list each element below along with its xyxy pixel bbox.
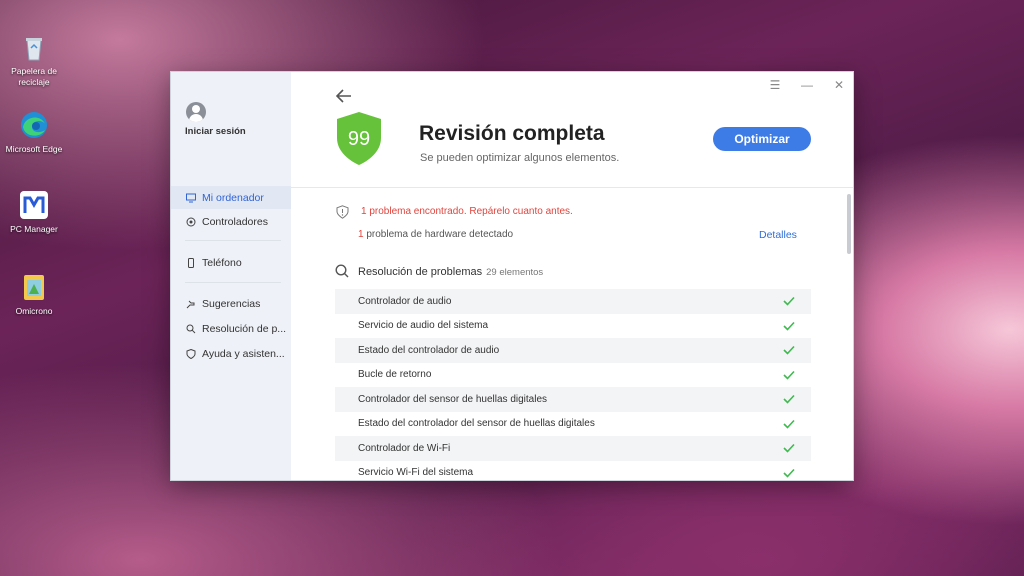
- sidebar-item-controladores[interactable]: Controladores: [171, 210, 291, 233]
- page-subtitle: Se pueden optimizar algunos elementos.: [420, 152, 620, 164]
- avatar[interactable]: [186, 102, 206, 122]
- check-icon: [783, 321, 795, 331]
- hardware-problem-label: problema de hardware detectado: [366, 229, 514, 240]
- sidebar-item-label: Controladores: [202, 215, 268, 228]
- pc-manager-window: Iniciar sesión Mi ordenador Controladore…: [170, 71, 854, 481]
- list-item[interactable]: Estado del controlador de audio: [335, 338, 811, 363]
- desktop-icon-label: Omicrono: [15, 306, 53, 316]
- back-arrow-icon[interactable]: [335, 88, 353, 104]
- desktop-icon-label: PC Manager: [10, 224, 58, 234]
- search-icon: [335, 264, 349, 278]
- troubleshoot-heading: Resolución de problemas 29 elementos: [358, 266, 543, 278]
- desktop-icon-label: Microsoft Edge: [5, 144, 63, 154]
- sidebar-item-label: Resolución de p...: [202, 322, 287, 335]
- divider: [185, 282, 281, 283]
- sidebar-item-label: Sugerencias: [202, 297, 261, 310]
- hand-icon: [186, 300, 195, 308]
- check-icon: [783, 296, 795, 306]
- desktop-icon-recycle-bin[interactable]: Papelera de reciclaje: [4, 32, 64, 87]
- troubleshoot-list: Controlador de audio Servicio de audio de…: [335, 289, 811, 481]
- troubleshoot-count: 29 elementos: [486, 267, 544, 278]
- list-item-label: Servicio de audio del sistema: [358, 320, 489, 332]
- list-item[interactable]: Bucle de retorno: [335, 363, 811, 388]
- list-item-label: Controlador del sensor de huellas digita…: [358, 393, 548, 405]
- phone-icon: [188, 257, 194, 268]
- close-button[interactable]: ✕: [831, 78, 847, 92]
- list-item-label: Estado del controlador de audio: [358, 344, 500, 356]
- monitor-icon: [186, 193, 196, 202]
- sidebar-item-telefono[interactable]: Teléfono: [171, 251, 291, 274]
- troubleshoot-title: Resolución de problemas: [358, 266, 483, 278]
- pc-manager-icon: [20, 191, 48, 219]
- score-shield-icon: 99: [337, 112, 381, 165]
- recycle-bin-icon: [26, 38, 42, 61]
- edge-icon: [21, 112, 47, 138]
- sidebar-item-label: Teléfono: [202, 256, 242, 269]
- list-item[interactable]: Servicio Wi-Fi del sistema: [335, 461, 811, 481]
- check-icon: [783, 394, 795, 404]
- list-item[interactable]: Controlador de audio: [335, 289, 811, 314]
- check-icon: [783, 419, 795, 429]
- list-item-label: Estado del controlador del sensor de hue…: [358, 418, 595, 430]
- hardware-problem-count: 1: [358, 229, 364, 240]
- page-title: Revisión completa: [419, 122, 605, 145]
- list-item-label: Bucle de retorno: [358, 369, 432, 381]
- desktop-icon-label: Papelera de reciclaje: [11, 66, 57, 87]
- check-icon: [783, 345, 795, 355]
- shield-icon: [186, 348, 196, 359]
- check-icon: [783, 468, 795, 478]
- menu-button[interactable]: ☰: [767, 78, 783, 92]
- scrollbar[interactable]: [847, 194, 851, 254]
- chip-icon: [186, 217, 196, 226]
- optimize-button[interactable]: Optimizar: [713, 127, 811, 151]
- desktop-icon-edge[interactable]: Microsoft Edge: [4, 110, 64, 155]
- desktop-icon-folder[interactable]: Omicrono: [4, 272, 64, 317]
- sidebar-item-label: Ayuda y asisten...: [202, 347, 285, 360]
- warning-shield-icon: [336, 205, 349, 219]
- list-item[interactable]: Controlador del sensor de huellas digita…: [335, 387, 811, 412]
- sidebar: Iniciar sesión Mi ordenador Controladore…: [171, 72, 291, 480]
- sidebar-item-resolucion[interactable]: Resolución de p...: [171, 317, 291, 340]
- divider: [291, 187, 853, 188]
- details-link[interactable]: Detalles: [759, 229, 797, 241]
- divider: [185, 240, 281, 241]
- list-item[interactable]: Estado del controlador del sensor de hue…: [335, 412, 811, 437]
- sidebar-item-label: Mi ordenador: [202, 191, 264, 204]
- check-icon: [783, 443, 795, 453]
- problem-alert-text: 1 problema encontrado. Repárelo cuanto a…: [361, 206, 573, 217]
- sidebar-item-sugerencias[interactable]: Sugerencias: [171, 292, 291, 315]
- list-item-label: Servicio Wi-Fi del sistema: [358, 467, 474, 479]
- list-item-label: Controlador de audio: [358, 295, 452, 307]
- list-item-label: Controlador de Wi-Fi: [358, 442, 451, 454]
- score-value: 99: [348, 128, 370, 150]
- search-icon: [186, 324, 196, 333]
- main-panel: ☰ — ✕ 99 Revisión completa Se pueden opt…: [291, 72, 853, 481]
- sidebar-item-mi-ordenador[interactable]: Mi ordenador: [171, 186, 291, 209]
- sidebar-item-ayuda[interactable]: Ayuda y asisten...: [171, 342, 291, 365]
- signin-link[interactable]: Iniciar sesión: [185, 126, 246, 137]
- check-icon: [783, 370, 795, 380]
- hardware-problem-text: 1 problema de hardware detectado: [358, 229, 513, 240]
- list-item[interactable]: Servicio de audio del sistema: [335, 314, 811, 339]
- folder-icon: [24, 275, 44, 300]
- desktop-icon-pc-manager[interactable]: PC Manager: [4, 190, 64, 235]
- list-item[interactable]: Controlador de Wi-Fi: [335, 436, 811, 461]
- minimize-button[interactable]: —: [799, 78, 815, 92]
